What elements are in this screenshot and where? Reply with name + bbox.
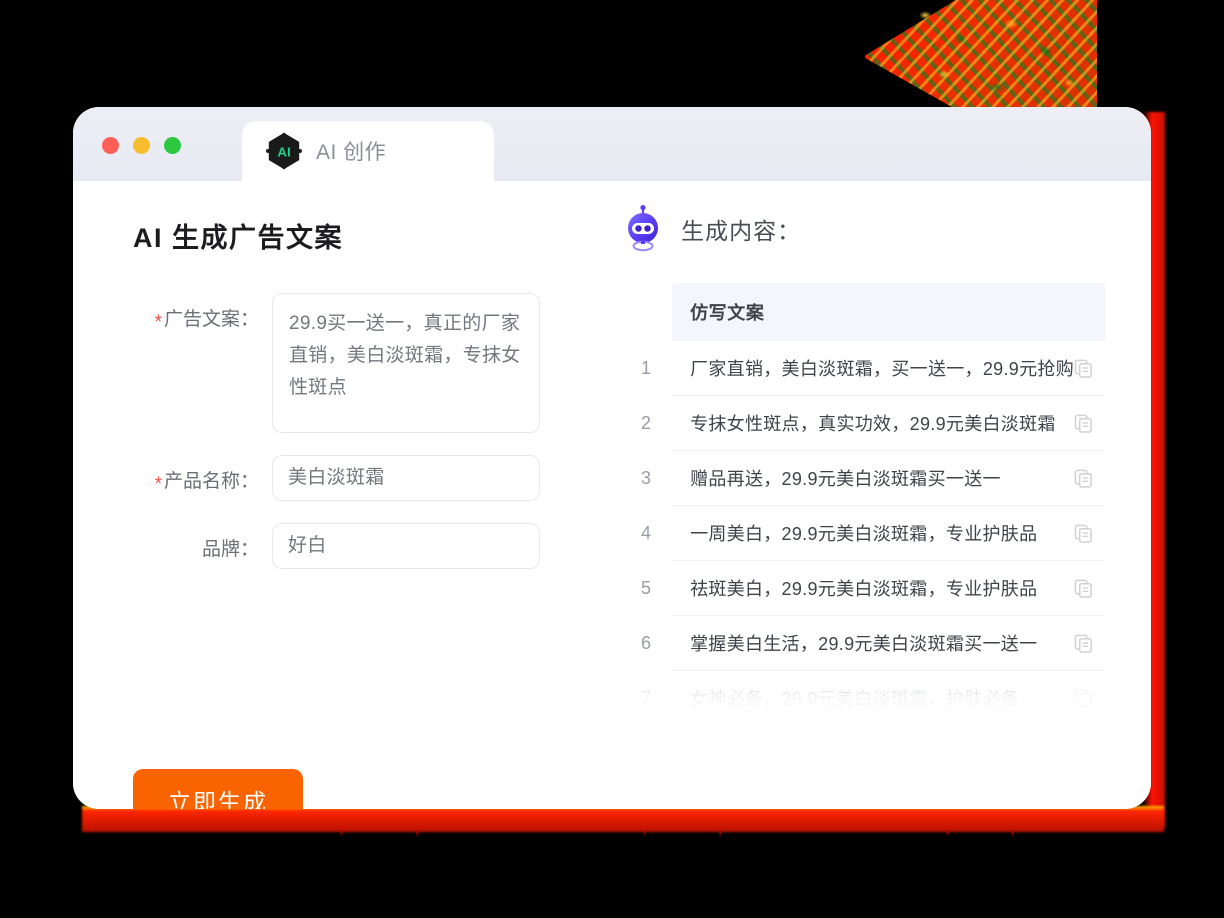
field-ad-copy: 29.9买一送一，真正的厂家直销，美白淡斑霜，专抹女性斑点 <box>272 293 579 433</box>
screenshot-stage: AI AI 创作 AI 生成广告文案 * 广告文案： 29.9买一送一，真正的厂家… <box>0 0 1224 918</box>
form-row-ad-copy: * 广告文案： 29.9买一送一，真正的厂家直销，美白淡斑霜，专抹女性斑点 <box>133 293 579 433</box>
field-product-name: 美白淡斑霜 <box>272 455 579 501</box>
generate-button[interactable]: 立即生成 <box>133 769 303 809</box>
tab-ai-creation[interactable]: AI AI 创作 <box>242 121 494 181</box>
table-row[interactable]: 祛斑美白，29.9元美白淡斑霜，专业护肤品 <box>672 561 1105 616</box>
label-ad-copy: * 广告文案： <box>133 293 272 433</box>
form-row-brand: 品牌： 好白 <box>133 523 579 569</box>
required-asterisk: * <box>154 474 162 495</box>
row-text: 祛斑美白，29.9元美白淡斑霜，专业护肤品 <box>690 579 1038 599</box>
row-text: 专抹女性斑点，真实功效，29.9元美白淡斑霜 <box>690 414 1056 434</box>
form-row-product-name: * 产品名称： 美白淡斑霜 <box>133 455 579 501</box>
maximize-window-button[interactable] <box>164 137 181 154</box>
row-index: 1 <box>641 358 652 378</box>
row-text: 赠品再送，29.9元美白淡斑霜买一送一 <box>690 469 1001 489</box>
close-window-button[interactable] <box>102 137 119 154</box>
row-text: 掌握美白生活，29.9元美白淡斑霜买一送一 <box>690 634 1038 654</box>
ad-copy-textarea[interactable]: 29.9买一送一，真正的厂家直销，美白淡斑霜，专抹女性斑点 <box>272 293 540 433</box>
label-brand: 品牌： <box>133 523 272 569</box>
row-index: 2 <box>641 413 652 433</box>
results-table: 仿写文案 厂家直销，美白淡斑霜，买一送一，29.9元抢购 专抹女性斑点，真实功效… <box>672 283 1105 726</box>
table-row[interactable]: 女神必备，29.9元美白淡斑霜，护肤必备 <box>672 671 1105 726</box>
brand-input[interactable]: 好白 <box>272 523 540 569</box>
copy-icon[interactable] <box>1074 634 1093 653</box>
tab-label: AI 创作 <box>316 141 387 164</box>
results-panel: 生成内容： 1 2 3 4 5 6 7 仿写文案 厂家直销，美白淡斑霜，买一送一… <box>579 181 1151 809</box>
row-text: 厂家直销，美白淡斑霜，买一送一，29.9元抢购 <box>690 359 1074 379</box>
window-body: AI 生成广告文案 * 广告文案： 29.9买一送一，真正的厂家直销，美白淡斑霜，… <box>73 181 1151 809</box>
row-text: 一周美白，29.9元美白淡斑霜，专业护肤品 <box>690 524 1038 544</box>
copy-icon[interactable] <box>1074 469 1093 488</box>
app-window: AI AI 创作 AI 生成广告文案 * 广告文案： 29.9买一送一，真正的厂家… <box>73 107 1151 809</box>
row-index: 3 <box>641 468 652 488</box>
label-ad-copy-text: 广告文案： <box>163 309 259 330</box>
window-titlebar: AI AI 创作 <box>73 107 1151 181</box>
copy-icon[interactable] <box>1074 359 1093 378</box>
table-column-header: 仿写文案 <box>672 283 1105 341</box>
page-title: AI 生成广告文案 <box>133 223 344 253</box>
traffic-light-group <box>102 137 181 154</box>
row-index: 6 <box>641 633 652 653</box>
ai-hexagon-logo-icon: AI <box>266 132 302 170</box>
form-panel: AI 生成广告文案 * 广告文案： 29.9买一送一，真正的厂家直销，美白淡斑霜，… <box>73 181 579 809</box>
table-row[interactable]: 掌握美白生活，29.9元美白淡斑霜买一送一 <box>672 616 1105 671</box>
robot-icon <box>628 205 659 252</box>
decorative-red-artwork <box>865 0 1097 109</box>
table-row[interactable]: 专抹女性斑点，真实功效，29.9元美白淡斑霜 <box>672 396 1105 451</box>
copy-icon[interactable] <box>1074 414 1093 433</box>
card-bottom-specks <box>82 826 1164 844</box>
product-name-input[interactable]: 美白淡斑霜 <box>272 455 540 501</box>
row-text: 女神必备，29.9元美白淡斑霜，护肤必备 <box>690 689 1020 709</box>
results-table-wrap: 1 2 3 4 5 6 7 仿写文案 厂家直销，美白淡斑霜，买一送一，29.9元… <box>620 283 1151 730</box>
copy-icon[interactable] <box>1074 524 1093 543</box>
required-asterisk: * <box>154 312 162 333</box>
label-product-name: * 产品名称： <box>133 455 272 501</box>
results-title: 生成内容： <box>681 218 802 244</box>
label-product-name-text: 产品名称： <box>163 471 259 492</box>
copy-icon[interactable] <box>1074 579 1093 598</box>
results-header: 生成内容： <box>620 205 1105 253</box>
label-brand-text: 品牌： <box>201 539 259 560</box>
copy-icon[interactable] <box>1074 689 1093 708</box>
table-row[interactable]: 厂家直销，美白淡斑霜，买一送一，29.9元抢购 <box>672 341 1105 396</box>
row-index-column: 1 2 3 4 5 6 7 <box>620 283 672 726</box>
table-row[interactable]: 赠品再送，29.9元美白淡斑霜买一送一 <box>672 451 1105 506</box>
field-brand: 好白 <box>272 523 579 569</box>
row-index: 5 <box>641 578 652 598</box>
table-row[interactable]: 一周美白，29.9元美白淡斑霜，专业护肤品 <box>672 506 1105 561</box>
row-index: 7 <box>641 688 652 708</box>
svg-text:AI: AI <box>277 145 290 160</box>
minimize-window-button[interactable] <box>133 137 150 154</box>
row-index: 4 <box>641 523 652 543</box>
